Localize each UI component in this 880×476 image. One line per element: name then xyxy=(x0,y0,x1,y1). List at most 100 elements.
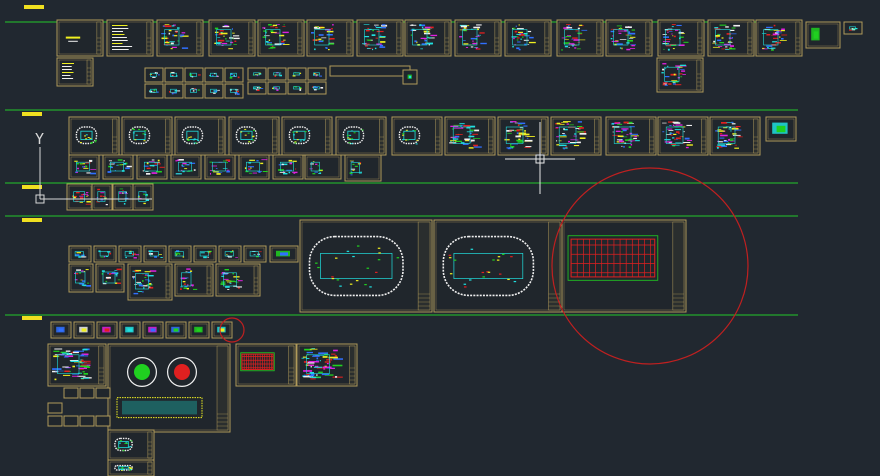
drawing-sheet[interactable] xyxy=(144,83,164,99)
drawing-sheet[interactable] xyxy=(356,19,404,57)
drawing-sheet[interactable] xyxy=(218,245,242,263)
drawing-sheet[interactable] xyxy=(329,65,411,77)
drawing-sheet[interactable] xyxy=(344,154,382,182)
drawing-sheet[interactable] xyxy=(281,116,333,156)
drawing-sheet[interactable] xyxy=(224,83,244,99)
drawing-sheet[interactable] xyxy=(707,19,755,57)
drawing-sheet[interactable] xyxy=(50,321,72,339)
drawing-sheet[interactable] xyxy=(63,415,79,427)
drawing-sheet[interactable] xyxy=(56,19,104,57)
drawing-sheet[interactable] xyxy=(224,67,244,83)
drawing-sheet[interactable] xyxy=(102,154,134,180)
drawing-sheet[interactable] xyxy=(184,83,204,99)
drawing-sheet[interactable] xyxy=(805,21,841,49)
drawing-sheet[interactable] xyxy=(107,343,231,433)
drawing-sheet[interactable] xyxy=(402,69,418,85)
drawing-sheet[interactable] xyxy=(561,219,687,313)
drawing-sheet[interactable] xyxy=(63,387,79,399)
drawing-sheet[interactable] xyxy=(287,81,307,95)
drawing-sheet[interactable] xyxy=(47,402,63,414)
drawing-sheet[interactable] xyxy=(79,415,95,427)
drawing-sheet[interactable] xyxy=(709,116,761,156)
drawing-sheet[interactable] xyxy=(47,415,63,427)
drawing-sheet[interactable] xyxy=(68,116,120,156)
drawing-sheet[interactable] xyxy=(136,154,168,180)
drawing-sheet[interactable] xyxy=(121,116,173,156)
drawing-sheet[interactable] xyxy=(238,154,270,180)
drawing-sheet[interactable] xyxy=(165,321,187,339)
drawing-sheet[interactable] xyxy=(444,116,496,156)
drawing-sheet[interactable] xyxy=(391,116,443,156)
drawing-sheet[interactable] xyxy=(269,245,299,263)
cad-model-space[interactable]: Y xyxy=(0,0,880,476)
drawing-sheet[interactable] xyxy=(68,263,94,293)
drawing-sheet[interactable] xyxy=(93,245,117,263)
drawing-sheet[interactable] xyxy=(243,245,267,263)
drawing-sheet[interactable] xyxy=(91,183,113,211)
drawing-sheet[interactable] xyxy=(168,245,192,263)
drawing-sheet[interactable] xyxy=(95,387,111,399)
drawing-sheet[interactable] xyxy=(95,415,111,427)
drawing-sheet[interactable] xyxy=(228,116,280,156)
drawing-sheet[interactable] xyxy=(247,67,267,81)
drawing-sheet[interactable] xyxy=(208,19,256,57)
drawing-sheet[interactable] xyxy=(267,81,287,95)
drawing-sheet[interactable] xyxy=(119,321,141,339)
drawing-sheet[interactable] xyxy=(164,67,184,83)
drawing-sheet[interactable] xyxy=(95,263,125,293)
drawing-sheet[interactable] xyxy=(174,116,226,156)
drawing-sheet[interactable] xyxy=(106,19,154,57)
drawing-sheet[interactable] xyxy=(144,67,164,83)
drawing-sheet[interactable] xyxy=(56,57,94,87)
drawing-sheet[interactable] xyxy=(68,154,100,180)
drawing-sheet[interactable] xyxy=(433,219,563,313)
drawing-sheet[interactable] xyxy=(843,21,863,35)
drawing-sheet[interactable] xyxy=(156,19,204,57)
drawing-sheet[interactable] xyxy=(267,67,287,81)
drawing-sheet[interactable] xyxy=(404,19,452,57)
drawing-sheet[interactable] xyxy=(204,83,224,99)
drawing-sheet[interactable] xyxy=(306,19,354,57)
drawing-sheet[interactable] xyxy=(142,321,164,339)
drawing-sheet[interactable] xyxy=(164,83,184,99)
drawing-sheet[interactable] xyxy=(193,245,217,263)
drawing-sheet[interactable] xyxy=(184,67,204,83)
drawing-sheet[interactable] xyxy=(235,343,297,387)
drawing-sheet[interactable] xyxy=(79,387,95,399)
drawing-sheet[interactable] xyxy=(107,429,155,461)
drawing-sheet[interactable] xyxy=(96,321,118,339)
drawing-sheet[interactable] xyxy=(304,154,342,180)
drawing-sheet[interactable] xyxy=(107,457,155,476)
drawing-sheet[interactable] xyxy=(287,67,307,81)
drawing-sheet[interactable] xyxy=(454,19,502,57)
drawing-sheet[interactable] xyxy=(247,81,267,95)
drawing-sheet[interactable] xyxy=(47,343,107,387)
drawing-sheet[interactable] xyxy=(296,343,358,387)
drawing-sheet[interactable] xyxy=(765,116,797,142)
drawing-sheet[interactable] xyxy=(550,116,602,156)
drawing-sheet[interactable] xyxy=(68,245,92,263)
drawing-sheet[interactable] xyxy=(657,116,709,156)
drawing-sheet[interactable] xyxy=(174,263,214,297)
drawing-sheet[interactable] xyxy=(215,263,261,297)
drawing-sheet[interactable] xyxy=(657,19,705,57)
drawing-sheet[interactable] xyxy=(204,67,224,83)
drawing-sheet[interactable] xyxy=(272,154,304,180)
drawing-sheet[interactable] xyxy=(170,154,202,180)
drawing-sheet[interactable] xyxy=(656,57,704,93)
drawing-sheet[interactable] xyxy=(188,321,210,339)
drawing-sheet[interactable] xyxy=(127,263,173,301)
drawing-sheet[interactable] xyxy=(112,183,134,211)
drawing-sheet[interactable] xyxy=(504,19,552,57)
drawing-sheet[interactable] xyxy=(605,116,657,156)
drawing-sheet[interactable] xyxy=(335,116,387,156)
drawing-sheet[interactable] xyxy=(66,183,94,211)
drawing-sheet[interactable] xyxy=(307,67,327,81)
drawing-sheet[interactable] xyxy=(605,19,653,57)
drawing-sheet[interactable] xyxy=(299,219,433,313)
drawing-sheet[interactable] xyxy=(755,19,803,57)
drawing-sheet[interactable] xyxy=(118,245,142,263)
drawing-sheet[interactable] xyxy=(143,245,167,263)
drawing-sheet[interactable] xyxy=(257,19,305,57)
drawing-sheet[interactable] xyxy=(204,154,236,180)
